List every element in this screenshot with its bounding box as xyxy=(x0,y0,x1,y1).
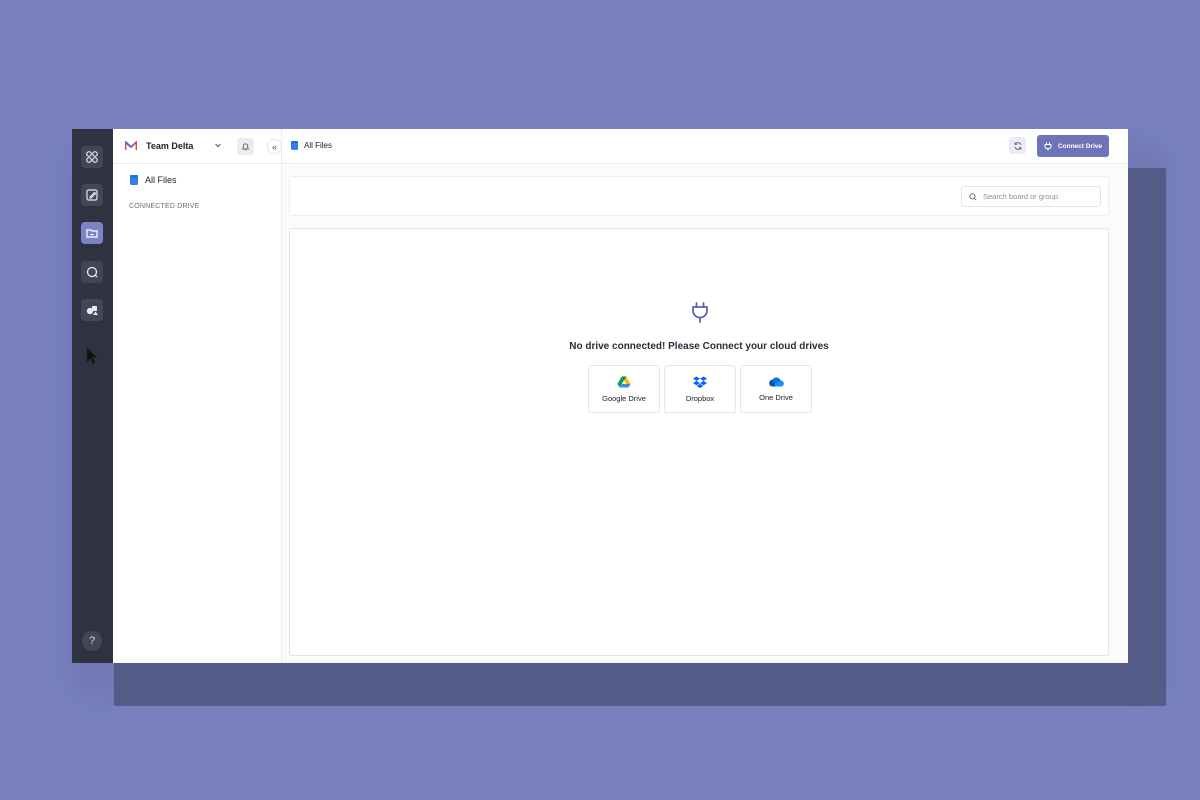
sidebar-item-all-files[interactable]: All Files xyxy=(130,175,177,185)
drive-option-label: Dropbox xyxy=(685,393,715,403)
drive-options: Google Drive Dropbox One Drive xyxy=(588,365,812,413)
notifications-button[interactable] xyxy=(237,138,254,155)
connect-drive-button[interactable]: Connect Drive xyxy=(1037,135,1109,157)
icon-rail: ? xyxy=(72,129,113,663)
team-switcher[interactable]: Team Delta xyxy=(113,129,281,164)
search-field[interactable] xyxy=(961,186,1101,207)
edit-button[interactable] xyxy=(81,184,103,206)
apps-button[interactable] xyxy=(81,299,103,321)
mouse-cursor-icon xyxy=(86,347,98,370)
search-button[interactable] xyxy=(81,261,103,283)
drive-option-label: Google Drive xyxy=(602,393,646,403)
team-logo-icon xyxy=(125,141,137,150)
onedrive-icon xyxy=(768,377,784,387)
collapse-sidebar-button[interactable]: « xyxy=(267,139,282,154)
shapes-icon xyxy=(86,306,98,315)
file-icon xyxy=(130,175,138,185)
bell-icon xyxy=(241,143,250,151)
app-window: ? Team Delta « All Files CONNECTED DRIVE… xyxy=(72,129,1128,663)
search-icon xyxy=(969,192,977,201)
apps-grid-button[interactable] xyxy=(81,146,103,168)
google-drive-icon xyxy=(617,376,631,387)
refresh-icon xyxy=(1014,141,1021,150)
chevron-down-icon[interactable] xyxy=(214,141,222,149)
search-toolbar xyxy=(289,176,1109,216)
breadcrumb-label: All Files xyxy=(304,141,333,150)
dropbox-option[interactable]: Dropbox xyxy=(664,365,736,413)
files-button[interactable] xyxy=(81,222,103,244)
connected-drive-section-label: CONNECTED DRIVE xyxy=(129,203,200,210)
refresh-button[interactable] xyxy=(1009,137,1026,154)
edit-icon xyxy=(86,189,98,201)
search-icon xyxy=(86,266,98,278)
sidebar-item-label: All Files xyxy=(145,175,177,185)
apps-grid-icon xyxy=(86,151,98,163)
top-bar: All Files Connect Drive xyxy=(282,129,1128,164)
team-name: Team Delta xyxy=(146,141,194,151)
files-panel: No drive connected! Please Connect your … xyxy=(289,228,1109,656)
drive-option-label: One Drive xyxy=(759,393,793,402)
google-drive-option[interactable]: Google Drive xyxy=(588,365,660,413)
onedrive-option[interactable]: One Drive xyxy=(740,365,812,413)
dropbox-icon xyxy=(693,376,707,388)
plug-icon xyxy=(1044,142,1052,150)
search-input[interactable] xyxy=(983,192,1098,201)
empty-state-message: No drive connected! Please Connect your … xyxy=(569,341,829,352)
file-icon xyxy=(291,141,298,150)
breadcrumb: All Files xyxy=(291,141,332,150)
help-button[interactable]: ? xyxy=(82,631,102,651)
folder-icon xyxy=(86,229,98,238)
sidebar: Team Delta « All Files CONNECTED DRIVE xyxy=(113,129,282,663)
main-area: All Files Connect Drive Search board or … xyxy=(282,129,1128,663)
plug-icon xyxy=(692,302,708,323)
connect-drive-label: Connect Drive xyxy=(1057,142,1103,150)
